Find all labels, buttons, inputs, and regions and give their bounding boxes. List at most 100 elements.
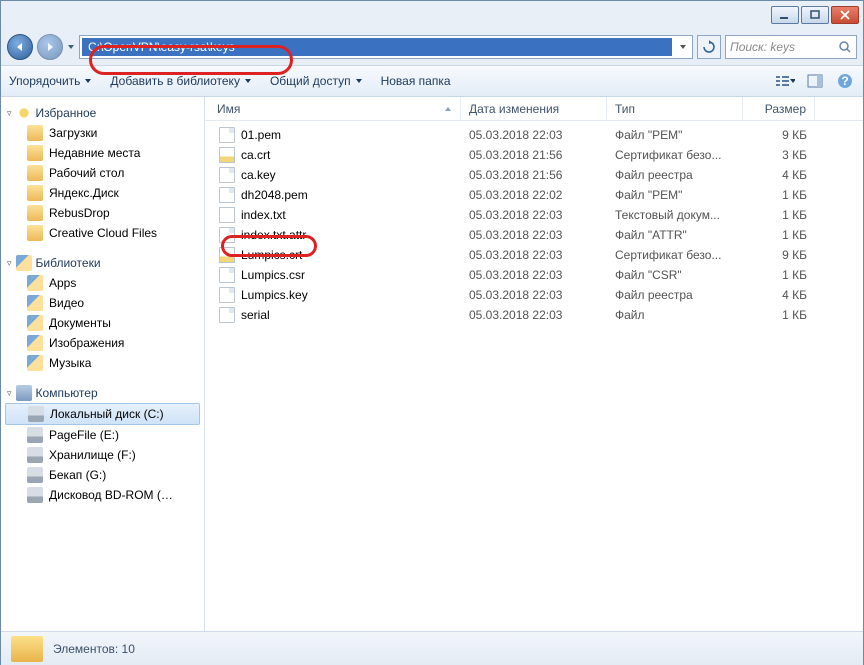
file-row[interactable]: ca.crt05.03.2018 21:56Сертификат безо...…: [205, 145, 863, 165]
sidebar-item-label: Apps: [49, 276, 76, 290]
refresh-button[interactable]: [697, 35, 721, 59]
sidebar-item[interactable]: Недавние места: [1, 143, 204, 163]
address-text[interactable]: C:\OpenVPN\easy-rsa\keys: [82, 38, 672, 56]
file-icon: [219, 147, 235, 163]
sidebar-item[interactable]: Изображения: [1, 333, 204, 353]
add-to-library-button[interactable]: Добавить в библиотеку: [110, 74, 252, 88]
chevron-down-icon: [355, 77, 363, 85]
sidebar-item[interactable]: Музыка: [1, 353, 204, 373]
drive-icon: [27, 467, 43, 483]
search-placeholder: Поиск: keys: [730, 40, 795, 54]
sidebar-item-label: Музыка: [49, 356, 91, 370]
folder-icon: [27, 185, 43, 201]
file-size: 3 КБ: [743, 148, 815, 162]
favorites-header[interactable]: ▿Избранное: [1, 103, 204, 123]
file-icon: [219, 187, 235, 203]
sidebar-item-label: Документы: [49, 316, 111, 330]
sidebar-item-label: Видео: [49, 296, 84, 310]
col-size[interactable]: Размер: [743, 97, 815, 120]
sidebar-item[interactable]: Яндекс.Диск: [1, 183, 204, 203]
file-name: index.txt.attr: [241, 228, 306, 242]
sidebar-item[interactable]: Дисковод BD-ROM (…: [1, 485, 204, 505]
file-name: index.txt: [241, 208, 286, 222]
file-row[interactable]: index.txt.attr05.03.2018 22:03Файл "ATTR…: [205, 225, 863, 245]
column-headers: Имя Дата изменения Тип Размер: [205, 97, 863, 121]
file-name: ca.key: [241, 168, 276, 182]
file-name: Lumpics.key: [241, 288, 308, 302]
file-date: 05.03.2018 22:03: [461, 128, 607, 142]
drive-icon: [27, 487, 43, 503]
file-name: Lumpics.crt: [241, 248, 302, 262]
file-icon: [219, 247, 235, 263]
sidebar-item[interactable]: RebusDrop: [1, 203, 204, 223]
sidebar[interactable]: ▿Избранное Загрузки Недавние местаРабочий…: [1, 97, 205, 631]
file-list-pane: Имя Дата изменения Тип Размер 01.pem05.0…: [205, 97, 863, 631]
lib-icon: [27, 275, 43, 291]
sort-asc-icon: [444, 105, 452, 113]
organize-button[interactable]: Упорядочить: [9, 74, 92, 88]
new-folder-button[interactable]: Новая папка: [381, 74, 451, 88]
lib-icon: [27, 335, 43, 351]
lib-icon: [27, 295, 43, 311]
file-date: 05.03.2018 22:03: [461, 268, 607, 282]
file-date: 05.03.2018 22:03: [461, 288, 607, 302]
preview-pane-button[interactable]: [805, 71, 825, 91]
forward-button[interactable]: [37, 34, 63, 60]
explorer-window: C:\OpenVPN\easy-rsa\keys Поиск: keys Упо…: [0, 0, 864, 665]
file-size: 4 КБ: [743, 288, 815, 302]
help-button[interactable]: ?: [835, 71, 855, 91]
col-type[interactable]: Тип: [607, 97, 743, 120]
sidebar-item[interactable]: Бекап (G:): [1, 465, 204, 485]
close-button[interactable]: [831, 6, 859, 24]
file-type: Файл "ATTR": [607, 228, 743, 242]
sidebar-item[interactable]: Загрузки: [1, 123, 204, 143]
file-icon: [219, 307, 235, 323]
lib-icon: [27, 315, 43, 331]
file-row[interactable]: Lumpics.key05.03.2018 22:03Файл реестра4…: [205, 285, 863, 305]
share-button[interactable]: Общий доступ: [270, 74, 363, 88]
view-options-button[interactable]: [775, 71, 795, 91]
file-row[interactable]: Lumpics.csr05.03.2018 22:03Файл "CSR"1 К…: [205, 265, 863, 285]
computer-header[interactable]: ▿Компьютер: [1, 383, 204, 403]
folder-icon: [27, 125, 43, 141]
file-row[interactable]: ca.key05.03.2018 21:56Файл реестра4 КБ: [205, 165, 863, 185]
col-date[interactable]: Дата изменения: [461, 97, 607, 120]
sidebar-item-label: Загрузки: [49, 126, 97, 140]
folder-icon: [27, 165, 43, 181]
history-dropdown-icon[interactable]: [67, 42, 75, 52]
file-type: Текстовый докум...: [607, 208, 743, 222]
titlebar: [1, 1, 863, 29]
sidebar-item[interactable]: Локальный диск (C:): [5, 403, 200, 425]
sidebar-item[interactable]: PageFile (E:): [1, 425, 204, 445]
file-row[interactable]: dh2048.pem05.03.2018 22:02Файл "PEM"1 КБ: [205, 185, 863, 205]
minimize-button[interactable]: [771, 6, 799, 24]
star-icon: [16, 105, 32, 121]
sidebar-item[interactable]: Хранилище (F:): [1, 445, 204, 465]
address-bar[interactable]: C:\OpenVPN\easy-rsa\keys: [79, 35, 693, 59]
search-box[interactable]: Поиск: keys: [725, 35, 857, 59]
folder-icon: [27, 205, 43, 221]
maximize-button[interactable]: [801, 6, 829, 24]
file-row[interactable]: 01.pem05.03.2018 22:03Файл "PEM"9 КБ: [205, 125, 863, 145]
file-row[interactable]: Lumpics.crt05.03.2018 22:03Сертификат бе…: [205, 245, 863, 265]
sidebar-item[interactable]: Рабочий стол: [1, 163, 204, 183]
file-icon: [219, 167, 235, 183]
sidebar-item[interactable]: Видео: [1, 293, 204, 313]
sidebar-item[interactable]: Документы: [1, 313, 204, 333]
address-dropdown-icon[interactable]: [674, 43, 692, 51]
file-type: Сертификат безо...: [607, 248, 743, 262]
sidebar-item-label: RebusDrop: [49, 206, 110, 220]
file-row[interactable]: serial05.03.2018 22:03Файл1 КБ: [205, 305, 863, 325]
drive-icon: [28, 406, 44, 422]
libraries-header[interactable]: ▿Библиотеки: [1, 253, 204, 273]
file-icon: [219, 287, 235, 303]
sidebar-item[interactable]: Creative Cloud Files: [1, 223, 204, 243]
navbar: C:\OpenVPN\easy-rsa\keys Поиск: keys: [1, 29, 863, 65]
sidebar-item[interactable]: Apps: [1, 273, 204, 293]
file-row[interactable]: index.txt05.03.2018 22:03Текстовый докум…: [205, 205, 863, 225]
file-size: 1 КБ: [743, 308, 815, 322]
file-date: 05.03.2018 22:02: [461, 188, 607, 202]
back-button[interactable]: [7, 34, 33, 60]
statusbar: Элементов: 10: [1, 631, 863, 665]
col-name[interactable]: Имя: [205, 97, 461, 120]
